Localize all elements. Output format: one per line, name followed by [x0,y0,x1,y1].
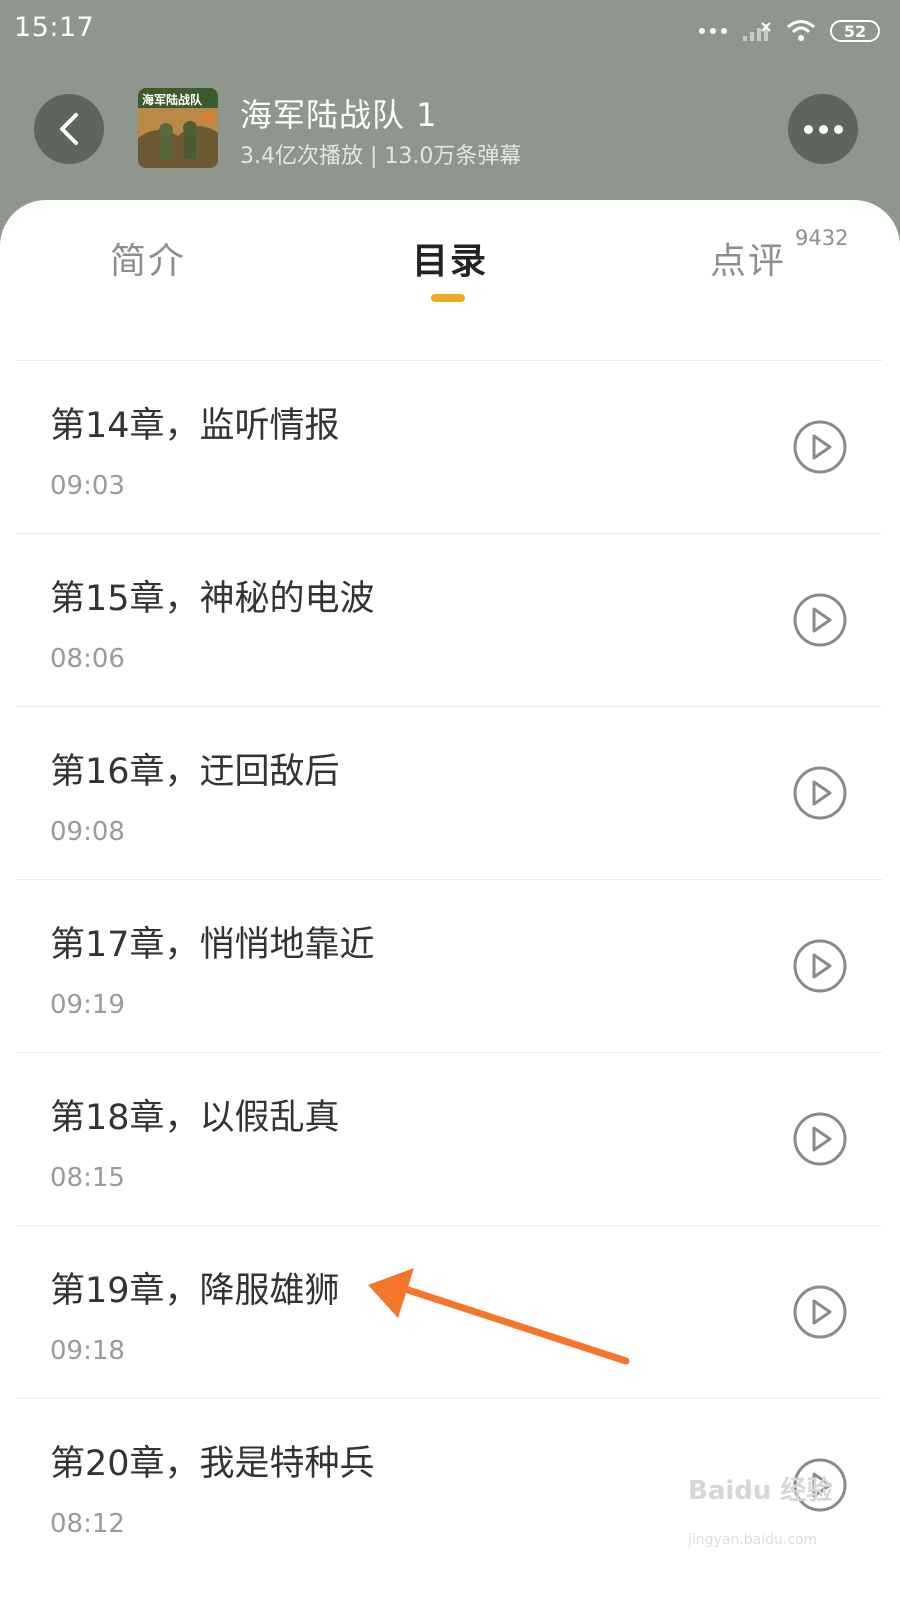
chapter-title: 第18章，以假乱真 [50,1098,340,1138]
chapter-duration: 09:08 [50,817,125,847]
chapter-row[interactable]: 第17章，悄悄地靠近 09:19 [16,879,882,1052]
active-tab-indicator [431,294,465,302]
chapter-row[interactable]: 第14章，监听情报 09:03 [16,360,882,533]
chapter-row[interactable]: 第18章，以假乱真 08:15 [16,1052,882,1225]
chapter-duration: 09:03 [50,471,125,501]
album-stats: 3.4亿次播放 | 13.0万条弹幕 [240,144,522,169]
album-cover[interactable]: 海军陆战队 [138,88,218,168]
play-icon[interactable] [792,419,848,475]
content-sheet: 简介 目录 点评 9432 第14章，监听情报 09:03 第15章，神秘的电波… [0,200,900,1600]
album-title: 海军陆战队 1 [240,96,438,134]
status-icons: 52 [698,16,880,46]
status-time: 15:17 [14,12,95,43]
more-button[interactable] [788,94,858,164]
battery-icon: 52 [830,20,880,42]
watermark-url: jingyan.baidu.com [688,1532,818,1548]
chapter-duration: 08:15 [50,1163,125,1193]
chapter-title: 第20章，我是特种兵 [50,1444,375,1484]
chapter-duration: 09:19 [50,990,125,1020]
chapter-duration: 08:12 [50,1509,125,1539]
chevron-left-icon [60,113,78,145]
play-icon[interactable] [792,592,848,648]
more-dot [818,124,828,134]
back-button[interactable] [34,94,104,164]
cover-title-text: 海军陆战队 [142,93,203,107]
wifi-icon [787,20,815,41]
chapter-list: 第14章，监听情报 09:03 第15章，神秘的电波 08:06 第16章，迂回… [16,360,882,1571]
battery-level: 52 [843,21,867,41]
tab-catalog[interactable]: 目录 [412,232,488,284]
chapter-row[interactable]: 第16章，迂回敌后 09:08 [16,706,882,879]
play-icon[interactable] [792,765,848,821]
chapter-duration: 09:18 [50,1336,125,1366]
status-bar: 15:17 52 [0,0,900,62]
play-icon[interactable] [792,1111,848,1167]
tab-intro[interactable]: 简介 [110,232,186,284]
tab-bar: 简介 目录 点评 9432 [0,200,900,310]
chapter-title: 第17章，悄悄地靠近 [50,925,375,965]
chapter-row[interactable]: 第15章，神秘的电波 08:06 [16,533,882,706]
play-icon[interactable] [792,1284,848,1340]
chapter-title: 第19章，降服雄狮 [50,1271,340,1311]
chapter-row[interactable]: 第19章，降服雄狮 09:18 [16,1225,882,1398]
more-dot [833,124,843,134]
chapter-title: 第14章，监听情报 [50,406,340,446]
album-header: 海军陆战队 海军陆战队 1 3.4亿次播放 | 13.0万条弹幕 [0,62,900,202]
chapter-duration: 08:06 [50,644,125,674]
more-dots-icon [803,124,813,134]
signal-icon [743,22,771,41]
dots-icon [699,28,727,34]
chapter-title: 第16章，迂回敌后 [50,752,340,792]
review-count-badge: 9432 [795,226,849,250]
tab-review[interactable]: 点评 [710,232,786,284]
chapter-title: 第15章，神秘的电波 [50,579,375,619]
play-icon[interactable] [792,938,848,994]
watermark-logo: Baidu 经验 [688,1476,833,1506]
